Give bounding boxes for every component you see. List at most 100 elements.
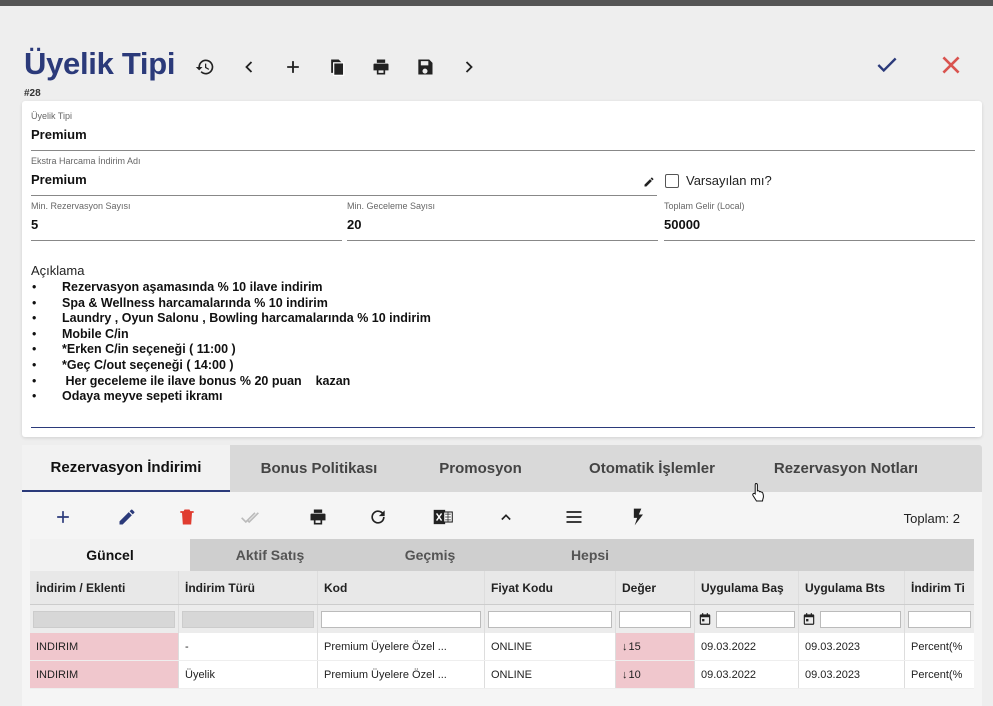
description-line: • Laundry , Oyun Salonu , Bowling harcama… — [32, 311, 431, 326]
filter-input[interactable] — [820, 610, 901, 628]
column-header[interactable]: İndirim Ti — [905, 571, 974, 604]
membership-type-value[interactable]: Premium — [31, 127, 975, 151]
min-reservation-field[interactable]: Min. Rezervasyon Sayısı 5 — [31, 201, 342, 241]
membership-type-field[interactable]: Üyelik Tipi Premium — [31, 111, 975, 151]
cell-type: INDIRIM — [30, 633, 179, 660]
min-nights-field[interactable]: Min. Geceleme Sayısı 20 — [347, 201, 658, 241]
description-line: • Spa & Wellness harcamalarında % 10 indi… — [32, 295, 328, 310]
cell-price-code: ONLINE — [485, 633, 616, 660]
column-header[interactable]: İndirim Türü — [179, 571, 318, 604]
min-nights-value[interactable]: 20 — [347, 217, 658, 241]
default-checkbox-label: Varsayılan mı? — [686, 173, 772, 188]
extra-discount-name-label: Ekstra Harcama İndirim Adı — [31, 156, 141, 166]
subtab-aktif-satis[interactable]: Aktif Satış — [190, 539, 350, 571]
bolt-icon[interactable] — [626, 505, 650, 529]
print-icon[interactable] — [306, 505, 330, 529]
print-icon[interactable] — [370, 56, 392, 78]
column-header[interactable]: Değer — [616, 571, 695, 604]
calendar-icon[interactable] — [698, 612, 712, 626]
column-header[interactable]: Kod — [318, 571, 485, 604]
min-reservation-label: Min. Rezervasyon Sayısı — [31, 201, 131, 211]
total-income-field[interactable]: Toplam Gelir (Local) 50000 — [664, 201, 975, 241]
extra-discount-name-value[interactable]: Premium — [31, 172, 657, 196]
header: Üyelik Tipi #28 — [24, 44, 974, 99]
subtab-bar: Güncel Aktif Satış Geçmiş Hepsi — [30, 539, 974, 571]
cell-type: INDIRIM — [30, 661, 179, 688]
filter-input[interactable] — [488, 610, 612, 628]
description-underline — [31, 427, 975, 428]
arrow-down-icon: ↓ — [622, 640, 628, 653]
grid-filter-row — [30, 605, 974, 633]
membership-type-label: Üyelik Tipi — [31, 111, 73, 121]
save-icon[interactable] — [414, 56, 436, 78]
excel-icon[interactable] — [429, 505, 457, 529]
min-reservation-value[interactable]: 5 — [31, 217, 342, 241]
description-line: • *Erken C/in seçeneği ( 11:00 ) — [32, 342, 236, 357]
tab-otomatik-islemler[interactable]: Otomatik İşlemler — [553, 445, 751, 492]
chevron-up-icon[interactable] — [494, 505, 518, 529]
total-income-value[interactable]: 50000 — [664, 217, 975, 241]
table-row[interactable]: INDIRIM Üyelik Premium Üyelere Özel ... … — [30, 661, 974, 689]
prev-icon[interactable] — [238, 56, 260, 78]
trash-icon[interactable] — [175, 505, 199, 529]
cell-end-date: 09.03.2023 — [799, 633, 905, 660]
cell-start-date: 09.03.2022 — [695, 633, 799, 660]
filter-input[interactable] — [619, 610, 691, 628]
add-icon[interactable] — [282, 56, 304, 78]
cell-price-code: ONLINE — [485, 661, 616, 688]
pencil-icon[interactable] — [643, 176, 655, 188]
tab-rezervasyon-indirimi[interactable]: Rezervasyon İndirimi — [22, 445, 230, 492]
arrow-down-icon: ↓ — [622, 668, 628, 681]
column-header[interactable]: Uygulama Bts — [799, 571, 905, 604]
close-icon[interactable] — [936, 50, 966, 80]
total-income-label: Toplam Gelir (Local) — [664, 201, 745, 211]
filter-input[interactable] — [908, 610, 971, 628]
cell-value: ↓ 15 — [616, 633, 695, 660]
default-checkbox[interactable]: Varsayılan mı? — [665, 173, 772, 188]
column-header[interactable]: İndirim / Eklenti — [30, 571, 179, 604]
check-icon[interactable] — [872, 50, 902, 80]
cell-code: Premium Üyelere Özel ... — [318, 661, 485, 688]
description-line: • Her geceleme ile ilave bonus % 20 puan… — [32, 373, 351, 388]
description-line: • Rezervasyon aşamasında % 10 ilave indir… — [32, 280, 323, 294]
copy-icon[interactable] — [326, 56, 348, 78]
cell-start-date: 09.03.2022 — [695, 661, 799, 688]
history-icon[interactable] — [194, 56, 216, 78]
filter-input[interactable] — [716, 610, 795, 628]
add-icon[interactable] — [51, 505, 75, 529]
next-icon[interactable] — [458, 56, 480, 78]
cell-value: ↓ 10 — [616, 661, 695, 688]
subtab-gecmis[interactable]: Geçmiş — [350, 539, 510, 571]
calendar-icon[interactable] — [802, 612, 816, 626]
description-text[interactable]: • Rezervasyon aşamasında % 10 ilave indir… — [31, 280, 431, 405]
menu-icon[interactable] — [562, 505, 586, 529]
default-checkbox-box[interactable] — [665, 173, 679, 188]
cell-discount-type: - — [179, 633, 318, 660]
pencil-icon[interactable] — [115, 505, 139, 529]
description-line: • Mobile C/in — [32, 326, 129, 341]
cell-end-date: 09.03.2023 — [799, 661, 905, 688]
tab-bonus-politikasi[interactable]: Bonus Politikası — [230, 445, 408, 492]
double-check-icon[interactable] — [238, 505, 262, 529]
refresh-icon[interactable] — [366, 505, 390, 529]
column-header[interactable]: Fiyat Kodu — [485, 571, 616, 604]
table-row[interactable]: INDIRIM - Premium Üyelere Özel ... ONLIN… — [30, 633, 974, 661]
cell-discount-type: Üyelik — [179, 661, 318, 688]
column-header[interactable]: Uygulama Baş — [695, 571, 799, 604]
subtab-hepsi[interactable]: Hepsi — [510, 539, 670, 571]
hand-cursor-icon — [752, 482, 764, 502]
extra-discount-name-field[interactable]: Ekstra Harcama İndirim Adı Premium — [31, 156, 657, 196]
grid-toolbar: Toplam: 2 — [22, 492, 982, 540]
tab-panel: Toplam: 2 Güncel Aktif Satış Geçmiş Heps… — [22, 492, 982, 706]
filter-input[interactable] — [321, 610, 481, 628]
cell-kind: Percent(% — [911, 640, 963, 653]
grid-header-row: İndirim / Eklenti İndirim Türü Kod Fiyat… — [30, 571, 974, 605]
cell-code: Premium Üyelere Özel ... — [318, 633, 485, 660]
tab-rezervasyon-notlari[interactable]: Rezervasyon Notları — [751, 445, 941, 492]
cell-kind: Percent(% — [911, 668, 963, 681]
subtab-guncel[interactable]: Güncel — [30, 539, 190, 571]
description-label: Açıklama — [31, 263, 85, 278]
tab-promosyon[interactable]: Promosyon — [408, 445, 553, 492]
filter-input[interactable] — [33, 610, 175, 628]
filter-input[interactable] — [182, 610, 314, 628]
